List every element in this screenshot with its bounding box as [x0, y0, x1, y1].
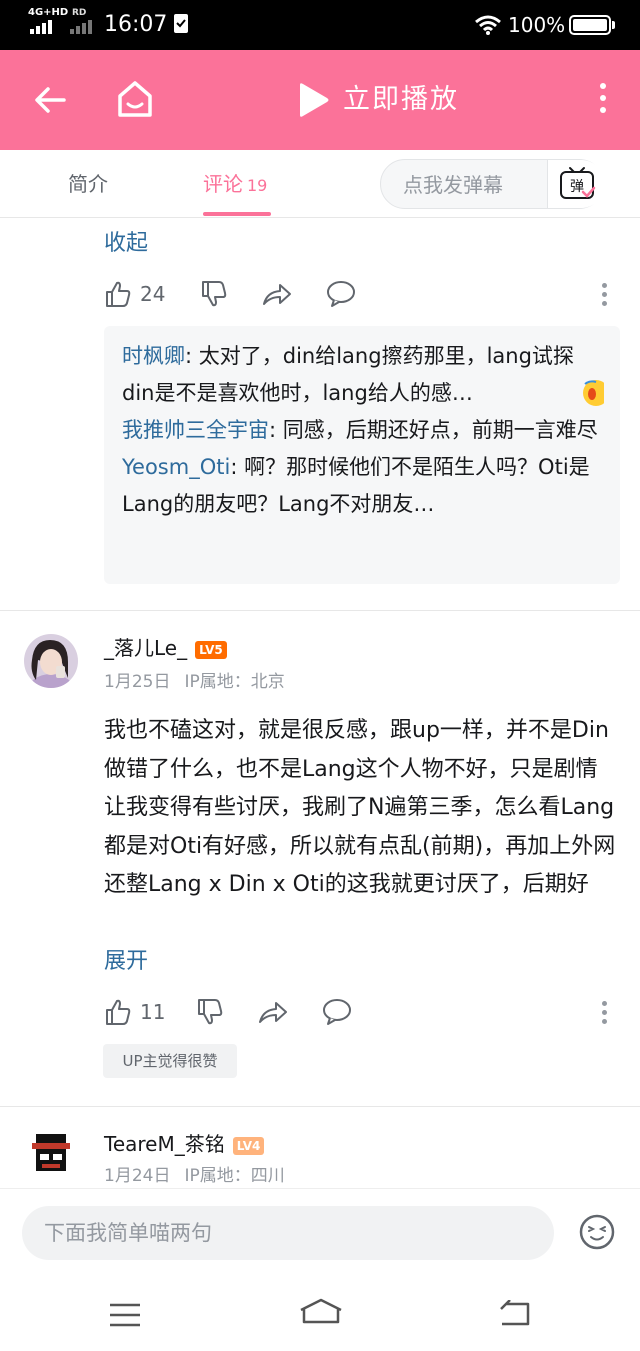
thumbs-down-icon[interactable] [196, 998, 224, 1026]
like-button[interactable]: 24 [104, 280, 165, 308]
home-icon[interactable] [115, 78, 155, 120]
up-liked-badge: UP主觉得很赞 [103, 1044, 237, 1078]
reply-item[interactable]: Yeosm_Oti: 啊？那时候他们不是陌生人吗？Oti是Lang的朋友吧？La… [122, 449, 602, 523]
comment-more-icon[interactable] [602, 283, 608, 310]
reply-preview-box[interactable]: 时枫卿: 太对了，din给lang擦药那里，lang试探din是不是喜欢他时，l… [104, 326, 620, 584]
network-indicator-secondary: RD [72, 8, 87, 18]
comment-input[interactable]: 下面我简单喵两句 [22, 1206, 554, 1260]
thumbs-up-icon [106, 999, 131, 1025]
comment-meta: 1月25日 IP属地：北京 [104, 670, 285, 694]
danmaku-tv-icon: 弹 [560, 167, 596, 199]
tab-bar: 简介 评论 19 点我发弹幕 弹 [0, 150, 640, 218]
danmaku-placeholder: 点我发弹幕 [403, 173, 503, 197]
reply-text: : 太对了，din给lang擦药那里，lang试探din是不是喜欢他时，lang… [122, 344, 574, 405]
level-badge: LV4 [232, 1136, 265, 1155]
divider [0, 610, 640, 611]
comment-author[interactable]: TeareM_茶铭 LV4 [104, 1130, 265, 1158]
battery-tip [612, 21, 615, 29]
share-icon[interactable] [262, 280, 292, 308]
comment-more-icon[interactable] [602, 1001, 608, 1028]
reply-item[interactable]: 时枫卿: 太对了，din给lang擦药那里，lang试探din是不是喜欢他时，l… [122, 338, 602, 412]
reply-text: : 同感，后期还好点，前期一言难尽 [269, 418, 598, 442]
battery-percent: 100% [508, 13, 566, 37]
play-icon[interactable] [296, 82, 330, 118]
play-now-button[interactable]: 立即播放 [343, 80, 459, 120]
active-tab-indicator [203, 212, 271, 216]
like-count: 11 [140, 1000, 166, 1024]
app-bar: 立即播放 [0, 50, 640, 150]
reply-bubble-icon[interactable] [322, 998, 352, 1026]
share-icon[interactable] [258, 998, 288, 1026]
home-nav-icon[interactable] [298, 1298, 344, 1326]
comment-actions: 24 [104, 280, 620, 310]
thumbs-down-icon[interactable] [200, 280, 228, 308]
more-options-icon[interactable] [598, 83, 608, 117]
comment-input-placeholder: 下面我简单喵两句 [44, 1221, 212, 1245]
clock: 16:07 [104, 12, 168, 37]
expand-link[interactable]: 展开 [104, 946, 148, 978]
comment-actions: 11 [104, 998, 620, 1028]
avatar[interactable] [24, 634, 78, 688]
divider [0, 1106, 640, 1107]
comment-author[interactable]: _落儿Le_ LV5 [104, 634, 227, 662]
avatar[interactable] [24, 1128, 78, 1182]
username[interactable]: TeareM_茶铭 [104, 1132, 225, 1156]
wifi-icon [475, 15, 501, 35]
danmaku-toggle-button[interactable]: 弹 [547, 160, 605, 208]
ip-location: IP属地：北京 [184, 672, 285, 692]
back-nav-icon[interactable] [498, 1300, 532, 1328]
tab-comments[interactable]: 评论 19 [203, 170, 267, 200]
comment-date: 1月25日 [104, 672, 171, 692]
danmaku-input[interactable]: 点我发弹幕 弹 [380, 159, 605, 209]
comment-list[interactable]: 收起 24 时枫卿: 太对了，din给lang擦药那里，lang试探din是不是… [0, 218, 640, 1188]
tab-intro[interactable]: 简介 [68, 170, 108, 198]
like-button[interactable]: 11 [104, 998, 165, 1026]
level-badge: LV5 [195, 640, 227, 659]
back-arrow-icon[interactable] [30, 80, 70, 120]
status-bar: 4G+HD RD 16:07 100% [0, 0, 640, 50]
reply-author[interactable]: 我推帅三全宇宙 [122, 418, 269, 442]
tab-comments-label: 评论 [203, 172, 243, 196]
reply-author[interactable]: 时枫卿 [122, 344, 185, 368]
danmaku-button-label: 弹 [570, 179, 584, 195]
menu-icon[interactable] [108, 1302, 142, 1328]
thumbs-up-icon [106, 281, 131, 307]
network-indicator: 4G+HD [28, 7, 69, 18]
avatar-image [24, 634, 78, 688]
comment-count: 19 [247, 176, 268, 195]
reply-bubble-icon[interactable] [326, 280, 356, 308]
like-count: 24 [140, 282, 166, 306]
crying-emoji-icon [583, 380, 604, 406]
ip-location: IP属地：四川 [184, 1166, 285, 1186]
collapse-link[interactable]: 收起 [104, 228, 148, 260]
emoji-icon[interactable] [578, 1213, 616, 1251]
signal-icon [30, 20, 92, 34]
comment-date: 1月24日 [104, 1166, 171, 1186]
avatar-image [32, 1134, 70, 1171]
system-nav-bar [0, 1276, 640, 1351]
username[interactable]: _落儿Le_ [104, 636, 187, 660]
clipboard-check-icon [174, 14, 188, 33]
comment-meta: 1月24日 IP属地：四川 [104, 1164, 285, 1188]
comment-input-bar: 下面我简单喵两句 [0, 1188, 640, 1276]
reply-author[interactable]: Yeosm_Oti [122, 455, 230, 479]
reply-item[interactable]: 我推帅三全宇宙: 同感，后期还好点，前期一言难尽 [122, 412, 602, 449]
comment-body[interactable]: 我也不磕这对，就是很反感，跟up一样，并不是Din做错了什么，也不是Lang这个… [104, 712, 618, 905]
battery-icon [569, 15, 611, 35]
